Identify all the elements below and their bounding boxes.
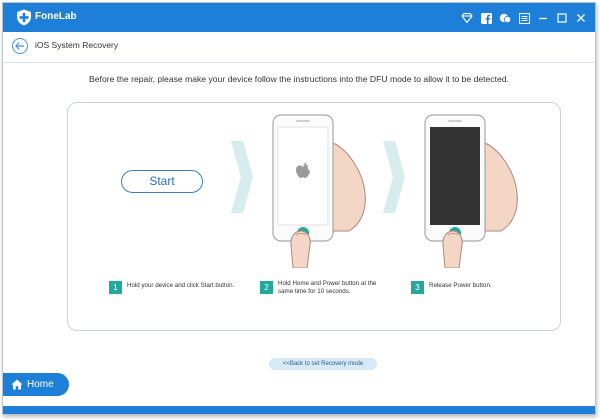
phone-release-power-illustration: [424, 114, 518, 268]
bottom-bar: [3, 406, 595, 414]
arrow-left-icon: [15, 42, 24, 50]
sub-header: iOS System Recovery: [3, 32, 595, 63]
step-3-text: Release Power button.: [429, 282, 492, 289]
facebook-icon[interactable]: [480, 12, 492, 24]
step-1-text: Hold your device and click Start button.: [127, 282, 235, 289]
home-icon: [11, 379, 23, 390]
phone-home-press-illustration: [272, 114, 366, 268]
minimize-icon[interactable]: [537, 12, 549, 24]
home-button[interactable]: Home: [3, 373, 69, 396]
step-3-number: 3: [411, 281, 424, 294]
title-bar-icons: [461, 10, 587, 26]
step-2-number: 2: [260, 281, 273, 294]
step-1-number: 1: [109, 281, 122, 294]
chevron-right-icon: [231, 141, 253, 213]
title-bar: FoneLab: [3, 3, 595, 32]
step-2-text: Hold Home and Power button at the same t…: [278, 280, 377, 295]
back-to-recovery-mode-link[interactable]: <<Back to set Recovery mode: [269, 358, 377, 370]
page-title: iOS System Recovery: [35, 40, 119, 50]
chat-icon[interactable]: [499, 12, 511, 24]
chevron-right-icon: [383, 141, 405, 213]
diamond-icon[interactable]: [461, 12, 473, 24]
shield-plus-icon: [17, 9, 31, 26]
app-window: FoneLab iOS System Recovery Before the r…: [2, 2, 596, 415]
menu-icon[interactable]: [518, 12, 530, 24]
maximize-icon[interactable]: [556, 12, 568, 24]
instruction-text: Before the repair, please make your devi…: [89, 74, 509, 84]
close-icon[interactable]: [575, 12, 587, 24]
home-label: Home: [27, 379, 54, 390]
app-name: FoneLab: [35, 11, 77, 22]
start-button[interactable]: Start: [121, 170, 203, 193]
back-button[interactable]: [12, 38, 28, 54]
